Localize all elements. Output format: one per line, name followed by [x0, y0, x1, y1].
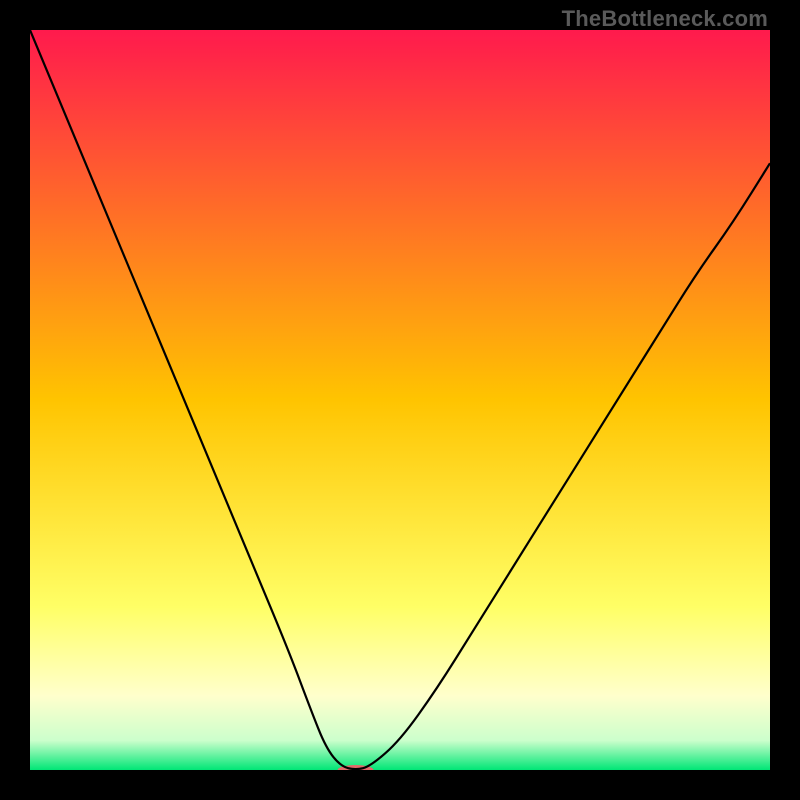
- watermark-text: TheBottleneck.com: [562, 6, 768, 32]
- chart-frame: TheBottleneck.com: [0, 0, 800, 800]
- bottleneck-chart: [30, 30, 770, 770]
- chart-background: [30, 30, 770, 770]
